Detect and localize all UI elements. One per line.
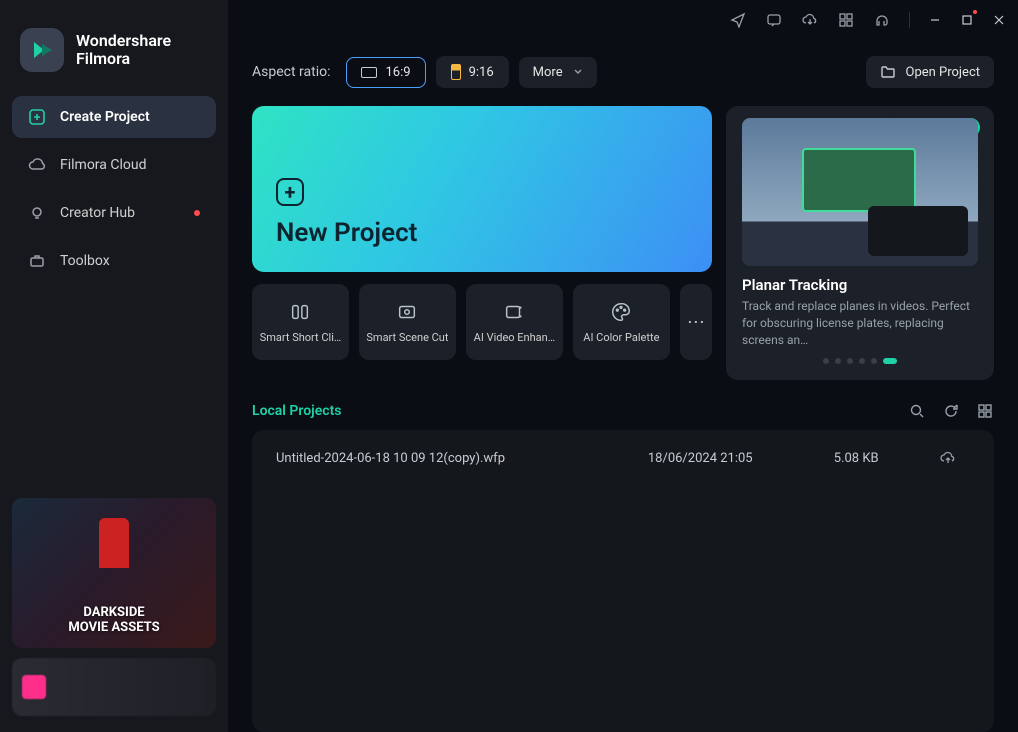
search-icon[interactable]	[908, 402, 926, 420]
tool-label: AI Video Enhan…	[474, 331, 555, 344]
carousel-dot[interactable]	[859, 358, 865, 364]
ratio-text: 9:16	[469, 65, 494, 80]
tool-smart-short-clip[interactable]: Smart Short Cli…	[252, 284, 349, 360]
nav-label: Create Project	[60, 109, 150, 125]
sidebar: Wondershare Filmora Create Project Filmo…	[0, 0, 228, 732]
nav-create-project[interactable]: Create Project	[12, 96, 216, 138]
minimize-button[interactable]	[928, 13, 942, 27]
ratio-text: 16:9	[385, 65, 410, 80]
plus-square-icon	[28, 108, 46, 126]
project-size: 5.08 KB	[834, 451, 940, 466]
palette-icon	[610, 301, 632, 323]
nav-label: Toolbox	[60, 253, 110, 269]
notification-dot-icon	[194, 210, 200, 216]
app-logo-text: Wondershare Filmora	[76, 32, 171, 69]
filmora-logo-icon	[20, 28, 64, 72]
project-date: 18/06/2024 21:05	[648, 451, 834, 466]
promo-darkside[interactable]: DARKSIDE MOVIE ASSETS	[12, 498, 216, 648]
nav-label: Creator Hub	[60, 205, 135, 221]
more-label: More	[533, 65, 563, 80]
bulb-icon	[28, 204, 46, 222]
nav-filmora-cloud[interactable]: Filmora Cloud	[12, 144, 216, 186]
message-icon[interactable]	[765, 11, 783, 29]
carousel-dot-active[interactable]	[883, 358, 897, 364]
carousel-dot[interactable]	[823, 358, 829, 364]
plus-icon: +	[276, 178, 304, 206]
chevron-down-icon	[573, 67, 583, 77]
nav-creator-hub[interactable]: Creator Hub	[12, 192, 216, 234]
maximize-button[interactable]	[960, 13, 974, 27]
tool-ai-video-enhancer[interactable]: AI Video Enhan…	[466, 284, 563, 360]
tool-label: Smart Short Cli…	[260, 331, 342, 344]
promo-title: DARKSIDE MOVIE ASSETS	[68, 605, 159, 636]
main-area: Aspect ratio: 16:9 9:16 More Open Projec…	[228, 0, 1018, 732]
aspect-16-9-button[interactable]: 16:9	[346, 57, 425, 88]
landscape-icon	[361, 67, 377, 78]
toolbox-icon	[28, 252, 46, 270]
feature-illustration	[742, 118, 978, 266]
app-logo: Wondershare Filmora	[12, 16, 216, 96]
cards-row: + New Project Smart Short Cli… Smart Sce…	[228, 106, 1018, 380]
promo-strip-icon	[22, 675, 46, 699]
aspect-9-16-button[interactable]: 9:16	[436, 56, 509, 88]
refresh-icon[interactable]	[942, 402, 960, 420]
feature-description: Track and replace planes in videos. Perf…	[742, 298, 978, 348]
grid-view-icon[interactable]	[976, 402, 994, 420]
project-row[interactable]: Untitled-2024-06-18 10 09 12(copy).wfp 1…	[252, 438, 994, 478]
project-list: Untitled-2024-06-18 10 09 12(copy).wfp 1…	[252, 430, 994, 732]
portrait-icon	[451, 64, 461, 80]
tool-label: Smart Scene Cut	[366, 331, 448, 344]
carousel-dot[interactable]	[835, 358, 841, 364]
cloud-icon	[28, 156, 46, 174]
section-title: Local Projects	[252, 403, 342, 419]
sidebar-promos: DARKSIDE MOVIE ASSETS	[12, 498, 216, 716]
send-icon[interactable]	[729, 11, 747, 29]
folder-icon	[880, 64, 896, 80]
logo-line2: Filmora	[76, 50, 171, 68]
clip-icon	[289, 301, 311, 323]
promo-strip[interactable]	[12, 658, 216, 716]
cloud-upload-icon	[940, 450, 956, 466]
open-project-button[interactable]: Open Project	[866, 56, 995, 88]
nav-toolbox[interactable]: Toolbox	[12, 240, 216, 282]
cards-left: + New Project Smart Short Cli… Smart Sce…	[252, 106, 712, 380]
tool-more-button[interactable]: ⋯	[680, 284, 712, 360]
update-dot-icon	[973, 10, 977, 14]
apps-grid-icon[interactable]	[837, 11, 855, 29]
carousel-dots[interactable]	[742, 358, 978, 364]
scene-cut-icon	[396, 301, 418, 323]
titlebar	[228, 0, 1018, 40]
aspect-more-button[interactable]: More	[519, 57, 597, 88]
enhance-icon	[503, 301, 525, 323]
tool-label: AI Color Palette	[583, 331, 659, 344]
logo-line1: Wondershare	[76, 32, 171, 50]
tool-smart-scene-cut[interactable]: Smart Scene Cut	[359, 284, 456, 360]
project-name: Untitled-2024-06-18 10 09 12(copy).wfp	[276, 451, 648, 466]
ellipsis-icon: ⋯	[687, 312, 705, 333]
carousel-dot[interactable]	[871, 358, 877, 364]
local-projects-header: Local Projects	[228, 380, 1018, 430]
toolbar: Aspect ratio: 16:9 9:16 More Open Projec…	[228, 40, 1018, 106]
close-button[interactable]	[992, 13, 1006, 27]
tool-ai-color-palette[interactable]: AI Color Palette	[573, 284, 670, 360]
open-label: Open Project	[906, 65, 981, 80]
nav-label: Filmora Cloud	[60, 157, 146, 173]
headset-icon[interactable]	[873, 11, 891, 29]
project-upload-action[interactable]	[940, 450, 970, 466]
aspect-ratio-label: Aspect ratio:	[252, 64, 330, 80]
feature-title: Planar Tracking	[742, 276, 978, 294]
section-actions	[908, 402, 994, 420]
new-project-label: New Project	[276, 218, 688, 248]
titlebar-separator	[909, 12, 910, 28]
new-project-card[interactable]: + New Project	[252, 106, 712, 272]
tool-row: Smart Short Cli… Smart Scene Cut AI Vide…	[252, 284, 712, 360]
carousel-dot[interactable]	[847, 358, 853, 364]
cloud-download-icon[interactable]	[801, 11, 819, 29]
feature-card[interactable]: New Planar Tracking Track and replace pl…	[726, 106, 994, 380]
